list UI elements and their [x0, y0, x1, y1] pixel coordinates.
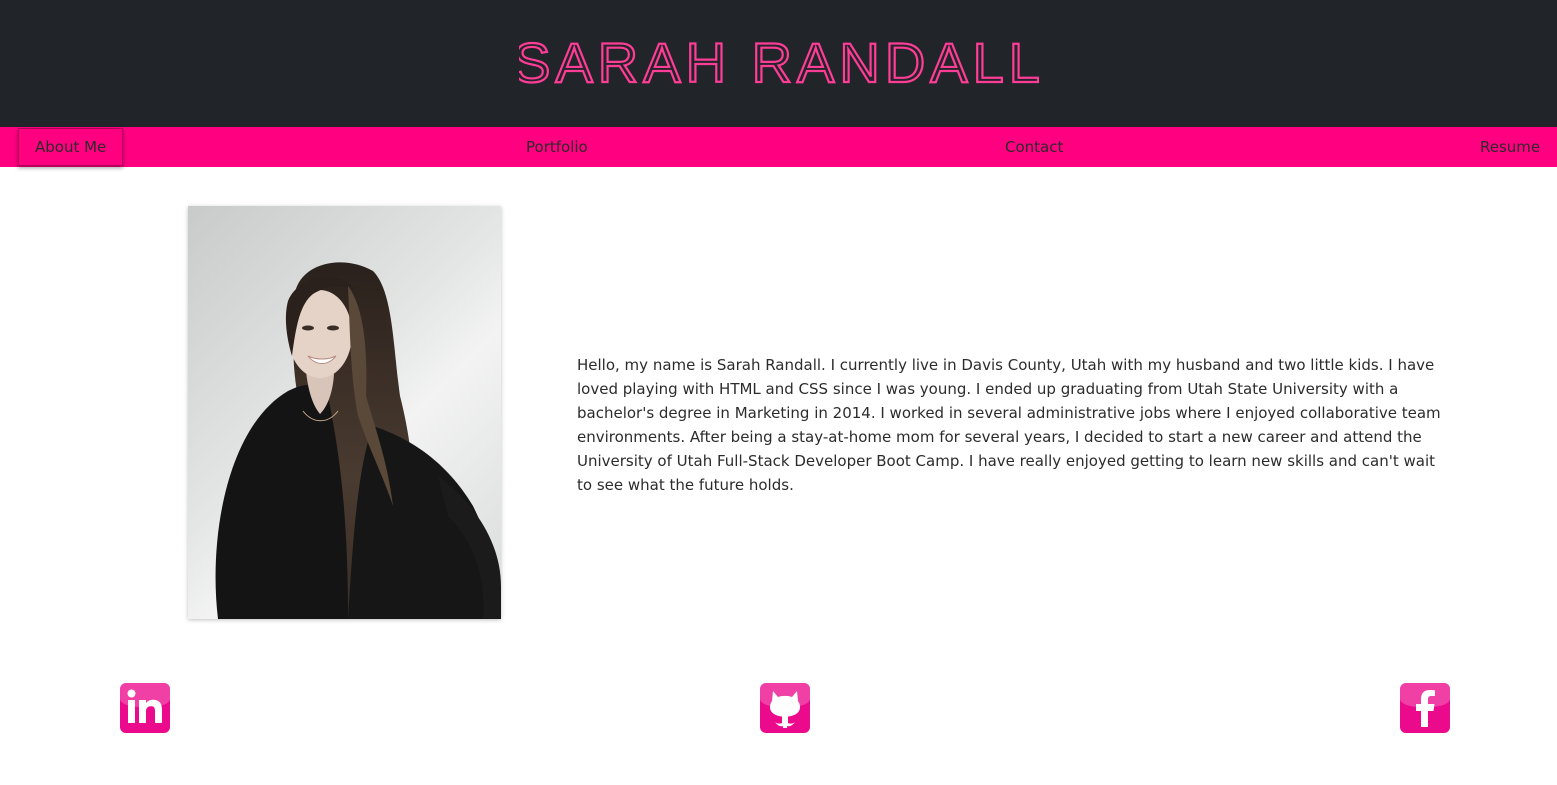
site-title-graphic: Sarah Randall [519, 30, 1039, 95]
nav-resume[interactable]: Resume [1480, 127, 1540, 167]
facebook-link[interactable] [1400, 683, 1450, 733]
github-link[interactable] [760, 683, 810, 733]
site-title: Sarah Randall [0, 30, 1557, 96]
profile-photo [188, 206, 501, 619]
nav-about-me[interactable]: About Me [18, 128, 124, 166]
linkedin-icon [127, 689, 162, 723]
linkedin-link[interactable] [120, 683, 170, 733]
profile-photo-image [215, 262, 501, 619]
github-icon [770, 691, 800, 728]
site-header: Sarah Randall [0, 0, 1557, 127]
facebook-icon [1416, 690, 1435, 727]
nav-contact[interactable]: Contact [1005, 127, 1063, 167]
main-nav: About Me Portfolio Contact Resume [0, 127, 1557, 167]
nav-portfolio[interactable]: Portfolio [526, 127, 588, 167]
site-title-text: Sarah Randall [519, 31, 1039, 94]
about-bio: Hello, my name is Sarah Randall. I curre… [577, 356, 1441, 494]
